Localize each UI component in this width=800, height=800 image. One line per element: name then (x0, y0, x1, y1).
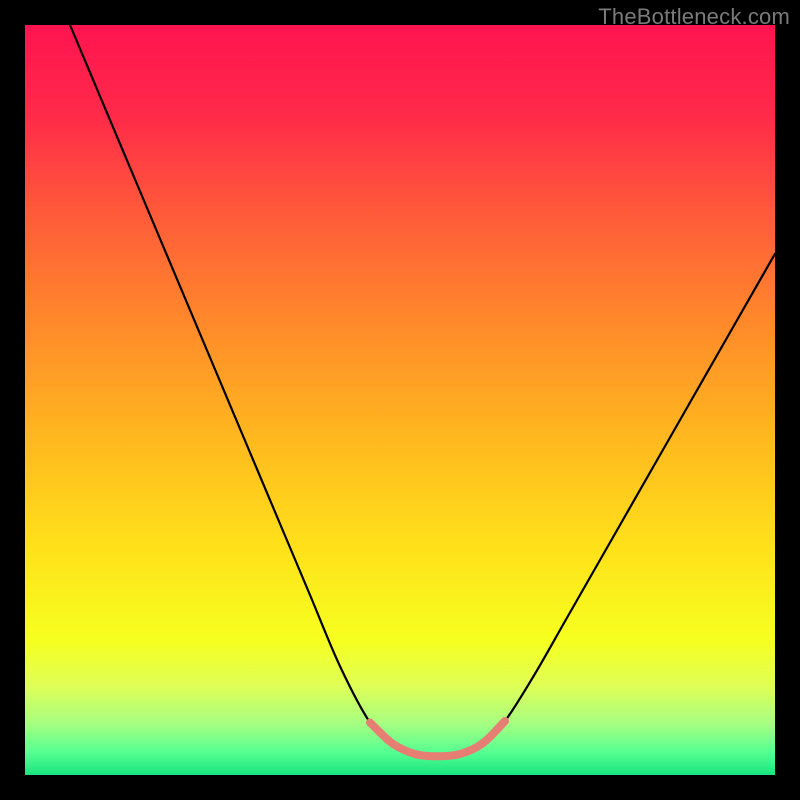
plot-area (25, 25, 775, 775)
gradient-background (25, 25, 775, 775)
watermark-text: TheBottleneck.com (598, 4, 790, 30)
chart-frame: TheBottleneck.com (0, 0, 800, 800)
bottleneck-chart (25, 25, 775, 775)
